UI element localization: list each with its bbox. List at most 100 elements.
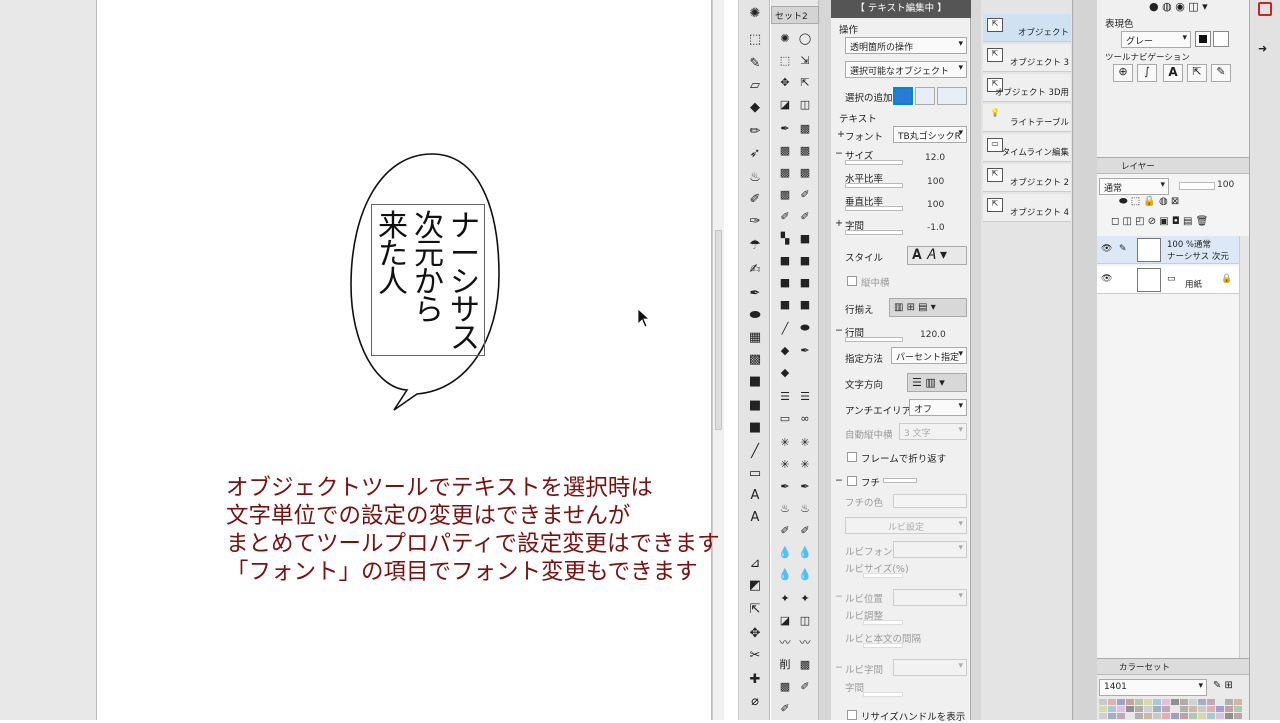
frame-sub-2-icon[interactable]: ◪	[776, 612, 794, 628]
antialias-dropdown[interactable]: オフ	[909, 399, 967, 416]
color-swatch[interactable]	[1189, 706, 1197, 712]
color-swatch[interactable]	[1108, 713, 1116, 719]
layer-lock-icons[interactable]: ⬬ ⬚ 🔒 ◍ ⊠	[1119, 196, 1179, 207]
opacity-value[interactable]: 100	[1217, 180, 1234, 190]
black-swatch-icon[interactable]: ■	[796, 230, 814, 246]
brush-sub-3-icon[interactable]: ✐	[796, 208, 814, 224]
eraser-tool-icon[interactable]: ▱	[745, 76, 765, 94]
subtool-item-object-4[interactable]: ⇱ オブジェクト 4	[983, 194, 1071, 222]
resize-handle-checkbox[interactable]	[847, 710, 857, 720]
drop-2-icon[interactable]: 💧	[796, 544, 814, 560]
h-ratio-value[interactable]: 100	[927, 177, 944, 187]
blue-fill-icon[interactable]: ◆	[776, 342, 794, 358]
tone-sub-3-icon[interactable]: ▩	[796, 142, 814, 158]
tone-sub-6-icon[interactable]: ▩	[776, 186, 794, 202]
subtool-item-object-3d[interactable]: ⇱ オブジェクト 3D用	[983, 74, 1071, 102]
tatechuyoko-checkbox[interactable]	[847, 276, 857, 286]
frame-sub-3-icon[interactable]: ◫	[796, 612, 814, 628]
panel-divider-2[interactable]	[971, 0, 981, 720]
spacing-value[interactable]: -1.0	[927, 223, 945, 233]
colorset-tool-icons[interactable]: ✎ ⊞	[1213, 680, 1233, 691]
ruby-kerning-slider[interactable]	[863, 692, 903, 697]
subtool-item-light-table[interactable]: 💡 ライトテーブル	[983, 104, 1071, 132]
color-swatch[interactable]	[1126, 706, 1134, 712]
object-tool-icon[interactable]: ⇱	[745, 600, 765, 618]
plus-tool-icon[interactable]: ✚	[745, 670, 765, 688]
color-swatch[interactable]	[1153, 706, 1161, 712]
color-circle-icons[interactable]: ● ◍ ◉ ◫ ▾	[1149, 0, 1208, 13]
expand-fuchi-icon[interactable]: −	[835, 475, 843, 486]
color-swatch[interactable]	[1126, 699, 1134, 705]
visibility-eye-icon[interactable]: 👁	[1101, 274, 1112, 284]
line-spacing-value[interactable]: 120.0	[920, 330, 946, 340]
stamp-2-icon[interactable]: ♨	[796, 500, 814, 516]
delete-icon[interactable]: 削	[776, 656, 794, 672]
color-swatch[interactable]	[1171, 713, 1179, 719]
liquify-tool-icon[interactable]: ✍	[745, 260, 765, 278]
color-swatch[interactable]	[1108, 699, 1116, 705]
pattern-tool-icon[interactable]: ▦	[745, 328, 765, 346]
size-slider[interactable]	[845, 160, 903, 165]
fuchi-checkbox[interactable]	[847, 476, 857, 486]
color-swatch[interactable]	[1198, 699, 1206, 705]
color-swatch[interactable]	[1099, 699, 1107, 705]
lightgray-swatch-icon[interactable]: ■	[796, 296, 814, 312]
collapse-arrow-icon[interactable]: ➜	[1258, 42, 1267, 55]
tone-sub-2-icon[interactable]: ▩	[776, 142, 794, 158]
lightblue-swatch-icon[interactable]: ■	[796, 252, 814, 268]
pencil-tool-icon[interactable]: ✏	[745, 122, 765, 140]
figure-tool-icon[interactable]: ▭	[745, 464, 765, 482]
expand-font-icon[interactable]: +	[837, 129, 845, 140]
ruby-adjust-slider[interactable]	[863, 620, 903, 625]
red-pen-icon[interactable]: ✒	[796, 478, 814, 494]
color-swatch[interactable]	[1180, 706, 1188, 712]
selection-tool-icon[interactable]: ⬚	[745, 30, 765, 48]
zoom-tool-icon[interactable]: ✺	[745, 4, 765, 22]
brush-sub-5-icon[interactable]: ✐	[796, 522, 814, 538]
layer-scrollbar[interactable]	[1239, 236, 1249, 658]
tone-sub-8-icon[interactable]: ▩	[776, 678, 794, 694]
balloon-sub-icon[interactable]: ⬬	[796, 320, 814, 336]
frame-wrap-checkbox[interactable]	[847, 452, 857, 462]
brush-sub-2-icon[interactable]: ✐	[776, 208, 794, 224]
text-tool-icon[interactable]: A	[745, 486, 765, 504]
subtool-item-object[interactable]: ⇱ オブジェクト	[983, 14, 1071, 42]
select-add-mode-2-icon[interactable]	[915, 87, 935, 105]
nav-zoom-icon[interactable]: ⊕	[1113, 64, 1133, 82]
fill-tool-icon[interactable]: ◆	[745, 98, 765, 116]
object-tool-alt-icon[interactable]: ◪	[776, 96, 794, 112]
gray-swatch-icon[interactable]: ■	[776, 296, 794, 312]
color-swatch[interactable]	[1162, 713, 1170, 719]
tone-tool-icon[interactable]: ▩	[745, 350, 765, 368]
color-swatch[interactable]	[1189, 713, 1197, 719]
color-swatch[interactable]	[1099, 706, 1107, 712]
move-layer-icon[interactable]: ✥	[776, 74, 794, 90]
text-frame[interactable]: ナーシサス 次元から 来た人	[371, 204, 485, 356]
red-gradient-icon[interactable]: ■	[745, 396, 765, 414]
text-tool-2-icon[interactable]: A	[745, 508, 765, 526]
v-ratio-value[interactable]: 100	[927, 200, 944, 210]
color-swatch[interactable]	[1144, 699, 1152, 705]
subtool-item-object-3[interactable]: ⇱ オブジェクト 3	[983, 44, 1071, 72]
color-swatch[interactable]	[1180, 713, 1188, 719]
brush-sub-6-icon[interactable]: ✐	[796, 678, 814, 694]
color-swatch[interactable]	[1162, 699, 1170, 705]
tone-sub-4-icon[interactable]: ▩	[776, 164, 794, 180]
color-swatch[interactable]	[1207, 699, 1215, 705]
colorset-dropdown[interactable]: 1401	[1099, 679, 1207, 696]
correction-tool-icon[interactable]: ✒	[745, 284, 765, 302]
h-ratio-slider[interactable]	[845, 183, 903, 188]
collapse-ruby-pos-icon[interactable]: −	[835, 591, 843, 602]
glasses-icon[interactable]: ∞	[796, 410, 814, 426]
color-swatch[interactable]	[1117, 699, 1125, 705]
checker-icon[interactable]: ▚	[776, 230, 794, 246]
pink-line-icon[interactable]: ╱	[776, 320, 794, 336]
decoration-tool-icon[interactable]: ✑	[745, 212, 765, 230]
balloon-tool-icon[interactable]: ⬬	[745, 306, 765, 324]
display-color-dropdown[interactable]: グレー	[1121, 31, 1191, 48]
panel-divider-3[interactable]	[1073, 0, 1097, 720]
brush-sub-icon[interactable]: ✐	[796, 186, 814, 202]
dark-swatch-icon[interactable]: ■	[796, 274, 814, 290]
ruby-settings-dropdown[interactable]: ルビ設定	[845, 517, 967, 534]
select-add-mode-1-icon[interactable]	[893, 87, 913, 105]
